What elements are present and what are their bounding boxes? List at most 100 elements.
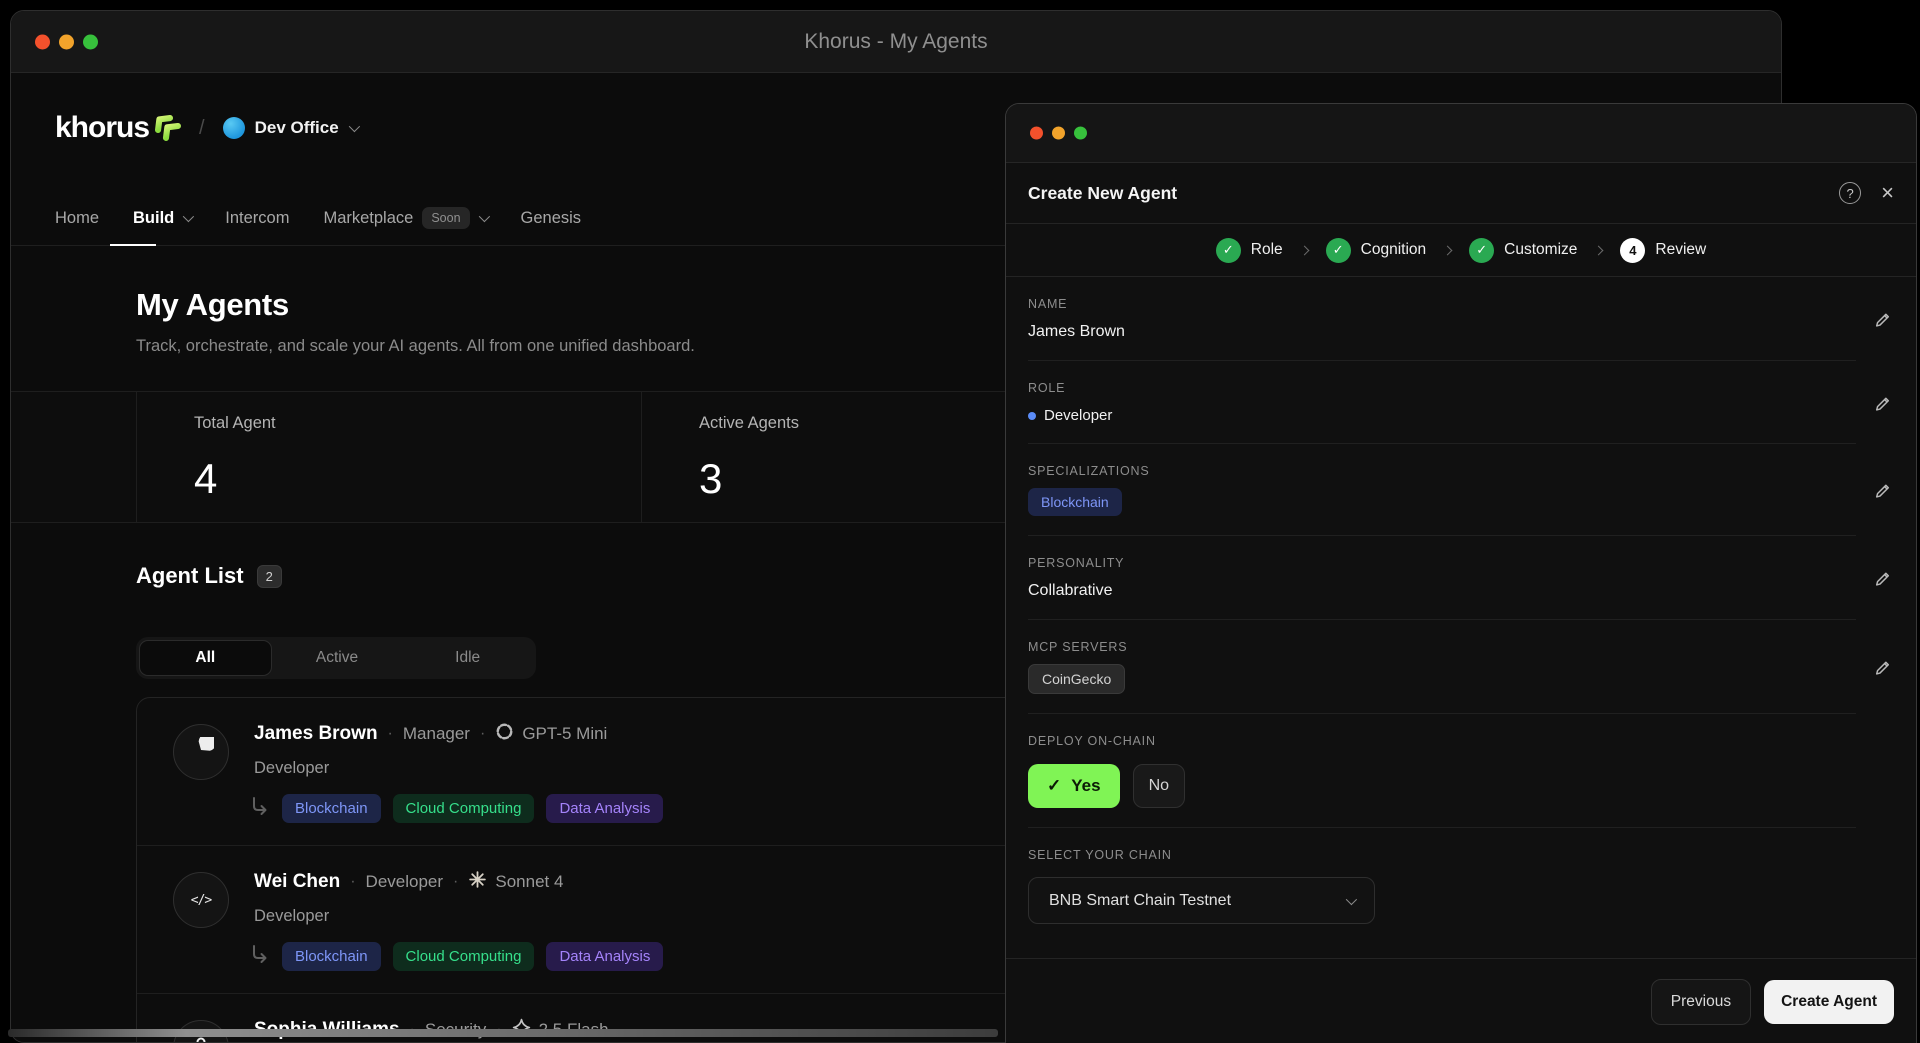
step-number: 4 [1620,237,1646,263]
stat-label: Total Agent [194,414,276,432]
field-role: ROLE Developer [1006,361,1916,444]
avatar: </> [173,872,229,928]
modal-footer: Previous Create Agent [1006,958,1916,1043]
agent-count-badge: 2 [256,564,282,588]
tag-data-analysis[interactable]: Data Analysis [546,794,664,823]
nav-intercom[interactable]: Intercom [225,209,289,228]
edit-pencil-icon[interactable] [1873,659,1892,683]
desktop: Khorus - My Agents khorus / Dev Office H… [0,0,1920,1043]
field-specializations: SPECIALIZATIONS Blockchain [1006,444,1916,536]
workspace-name: Dev Office [254,118,339,137]
minimize-window-button[interactable] [1052,126,1065,140]
previous-button[interactable]: Previous [1650,978,1752,1025]
agent-filter-tabs: All Active Idle [136,637,536,679]
window-title: Khorus - My Agents [804,29,988,53]
agent-name: James Brown [254,723,378,744]
code-icon: </> [190,892,213,908]
field-name: NAME James Brown [1006,277,1916,361]
step-role[interactable]: ✓ Role [1215,237,1283,263]
tab-idle[interactable]: Idle [402,640,533,676]
chevron-down-icon [183,210,195,223]
agent-name: Wei Chen [254,871,341,892]
chain-selected-value: BNB Smart Chain Testnet [1049,891,1232,909]
anthropic-icon [468,870,487,894]
chevron-right-icon [1299,245,1310,255]
logo-arrow-icon [151,111,182,146]
openai-icon [495,722,514,746]
deploy-yes-button[interactable]: ✓ Yes [1028,764,1120,808]
stepper: ✓ Role ✓ Cognition ✓ Customize 4 Review [1006,224,1916,277]
chevron-right-icon [1593,245,1604,255]
edit-pencil-icon[interactable] [1873,482,1892,506]
agent-team-role: Developer [254,907,330,925]
field-select-chain: SELECT YOUR CHAIN BNB Smart Chain Testne… [1006,828,1916,924]
avatar [173,724,229,780]
field-mcp-servers: MCP SERVERS CoinGecko [1006,620,1916,714]
specialization-tag: Blockchain [1028,488,1122,516]
close-icon[interactable]: × [1881,182,1894,204]
edit-pencil-icon[interactable] [1873,311,1892,335]
soon-badge: Soon [422,207,470,229]
main-nav: Home Build Intercom Marketplace Soon Gen… [55,207,581,229]
stat-active-agents: Active Agents 3 [641,392,799,522]
chevron-right-icon [1442,245,1453,255]
stat-value: 4 [194,455,218,502]
tab-active[interactable]: Active [272,640,403,676]
agent-list-title: Agent List [136,563,244,588]
stat-total-agents: Total Agent 4 [136,392,276,522]
agent-role: Developer [365,872,444,891]
agent-row-wei-chen[interactable]: </> Wei Chen · Developer · Sonnet 4 Deve… [137,845,1035,993]
nav-build[interactable]: Build [133,209,195,228]
pie-chart-icon [188,732,217,768]
field-personality: PERSONALITY Collabrative [1006,536,1916,620]
modal-header: Create New Agent ? × [1006,163,1916,224]
tag-cloud-computing[interactable]: Cloud Computing [392,942,535,971]
subrole-arrow-icon [248,795,270,822]
check-icon: ✓ [1047,776,1062,795]
edit-pencil-icon[interactable] [1873,394,1892,418]
workspace-avatar [222,117,245,139]
nav-home[interactable]: Home [55,209,99,228]
tab-all[interactable]: All [139,640,272,676]
subrole-arrow-icon [248,943,270,970]
chain-select[interactable]: BNB Smart Chain Testnet [1028,877,1375,924]
page-title: My Agents [136,287,289,322]
agent-model: Sonnet 4 [468,870,563,894]
page-head: My Agents Track, orchestrate, and scale … [136,287,695,356]
stat-label: Active Agents [699,414,799,432]
nav-marketplace[interactable]: Marketplace Soon [323,207,490,229]
main-titlebar: Khorus - My Agents [11,11,1781,73]
step-customize[interactable]: ✓ Customize [1469,237,1577,263]
check-icon: ✓ [1325,237,1351,263]
agent-team-role: Developer [254,759,330,777]
agent-model: GPT-5 Mini [495,722,607,746]
breadcrumb-slash: / [199,116,205,139]
chevron-down-icon [478,210,490,223]
modal-body: NAME James Brown ROLE Developer SPECIALI… [1006,277,1916,924]
tag-blockchain[interactable]: Blockchain [282,794,381,823]
traffic-lights [1030,126,1087,140]
create-agent-button[interactable]: Create Agent [1764,979,1894,1024]
tag-cloud-computing[interactable]: Cloud Computing [392,794,535,823]
zoom-window-button[interactable] [1074,126,1087,140]
chevron-down-icon [348,120,360,133]
agent-row-james-brown[interactable]: James Brown · Manager · GPT-5 Mini Devel… [137,698,1035,845]
field-deploy-on-chain: DEPLOY ON-CHAIN ✓ Yes No [1006,714,1916,828]
agent-list: James Brown · Manager · GPT-5 Mini Devel… [136,697,1036,1042]
step-cognition[interactable]: ✓ Cognition [1325,237,1426,263]
modal-titlebar [1006,104,1916,163]
agent-role: Manager [402,724,470,743]
khorus-logo[interactable]: khorus [55,111,182,146]
step-review[interactable]: 4 Review [1620,237,1706,263]
workspace-switcher[interactable]: Dev Office [222,117,360,139]
chevron-down-icon [1345,893,1358,905]
page-subtitle: Track, orchestrate, and scale your AI ag… [136,337,695,355]
edit-pencil-icon[interactable] [1873,570,1892,594]
tag-data-analysis[interactable]: Data Analysis [546,942,664,971]
nav-genesis[interactable]: Genesis [521,209,582,228]
help-icon[interactable]: ? [1839,182,1862,204]
close-window-button[interactable] [1030,126,1043,140]
deploy-no-button[interactable]: No [1132,764,1186,808]
check-icon: ✓ [1469,237,1495,263]
tag-blockchain[interactable]: Blockchain [282,942,381,971]
